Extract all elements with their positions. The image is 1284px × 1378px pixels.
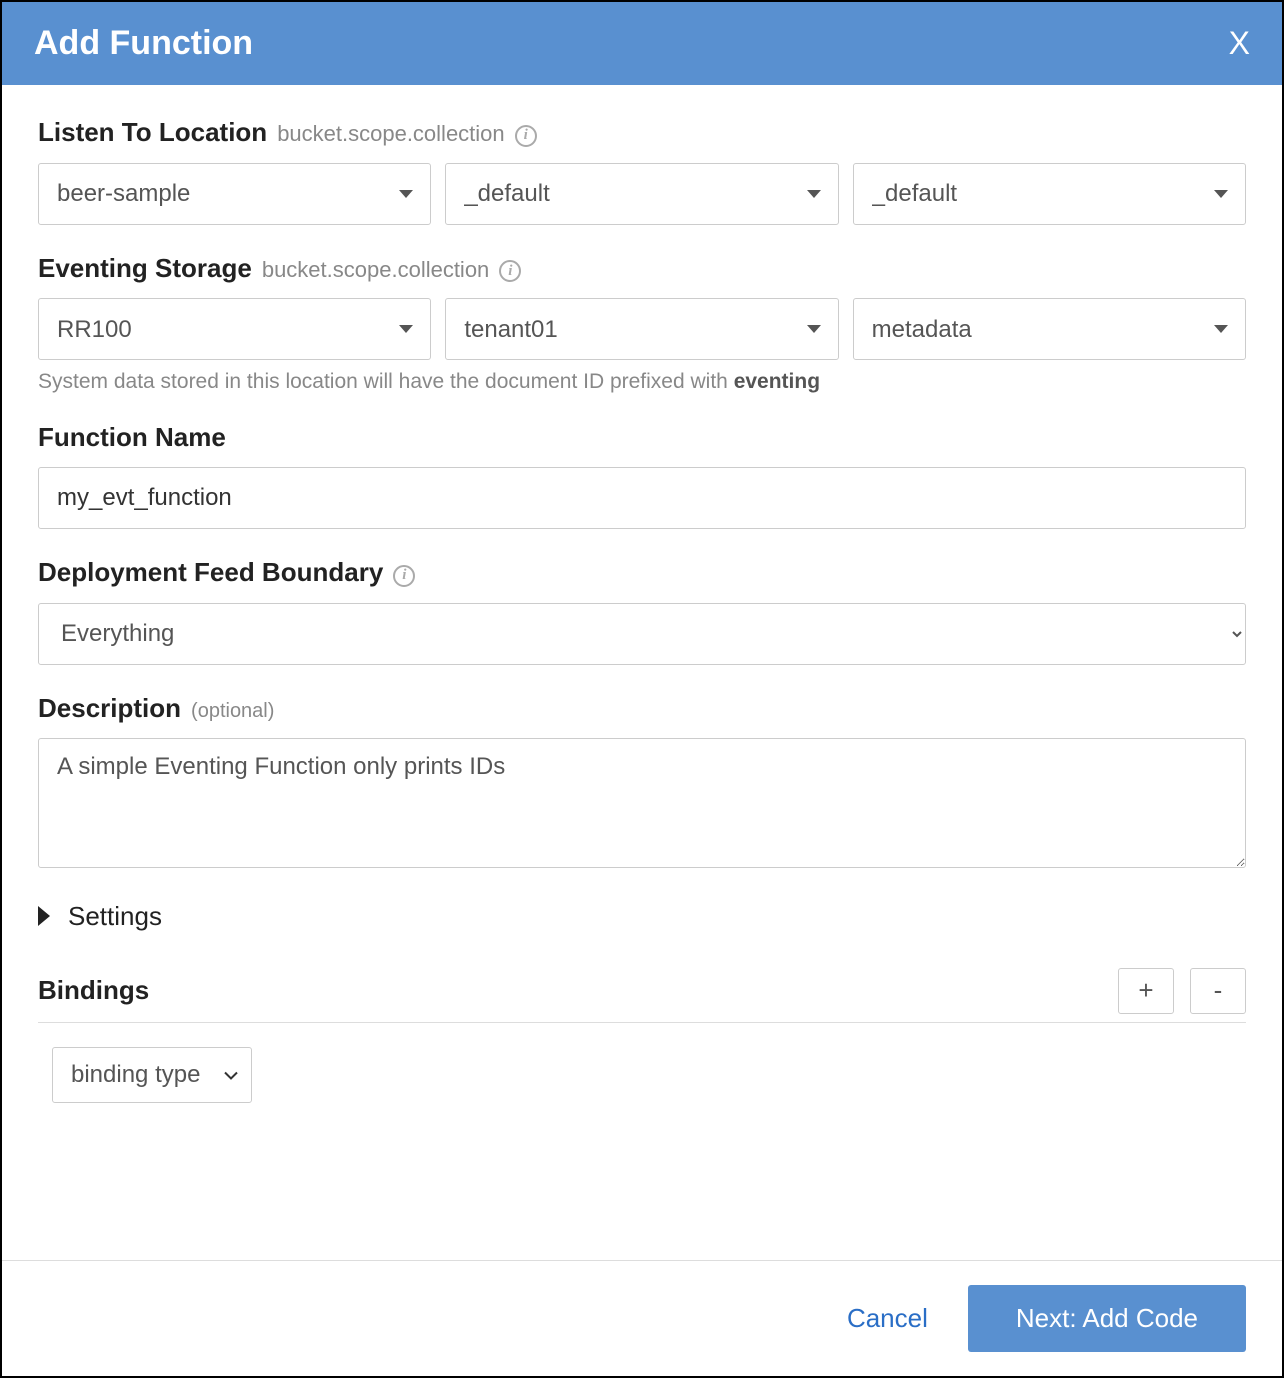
storage-bucket-select[interactable]: RR100 (38, 298, 431, 360)
listen-label: Listen To Location (38, 117, 267, 148)
remove-binding-button[interactable]: - (1190, 968, 1246, 1014)
description-label: Description (38, 693, 181, 724)
listen-collection-select[interactable]: _default (853, 163, 1246, 225)
storage-bucket-wrap: RR100 (38, 298, 431, 360)
storage-scope-wrap: tenant01 (445, 298, 838, 360)
description-label-row: Description (optional) (38, 693, 1246, 724)
listen-label-row: Listen To Location bucket.scope.collecti… (38, 117, 1246, 149)
storage-sublabel: bucket.scope.collection (262, 257, 489, 283)
storage-collection-wrap: metadata (853, 298, 1246, 360)
triangle-right-icon (38, 906, 50, 926)
listen-select-row: beer-sample _default _default (38, 163, 1246, 225)
add-binding-button[interactable]: + (1118, 968, 1174, 1014)
boundary-section: Deployment Feed Boundary i Everything (38, 557, 1246, 665)
modal-header: Add Function X (2, 2, 1282, 85)
settings-label: Settings (68, 901, 162, 932)
binding-type-select[interactable]: binding type (52, 1047, 252, 1103)
storage-scope-select[interactable]: tenant01 (445, 298, 838, 360)
binding-type-wrap: binding type (52, 1047, 252, 1103)
storage-section: Eventing Storage bucket.scope.collection… (38, 253, 1246, 395)
function-name-label: Function Name (38, 422, 226, 453)
storage-hint-bold: eventing (734, 370, 820, 393)
modal-body: Listen To Location bucket.scope.collecti… (2, 85, 1282, 1260)
boundary-label: Deployment Feed Boundary (38, 557, 383, 588)
listen-bucket-select[interactable]: beer-sample (38, 163, 431, 225)
info-icon[interactable]: i (393, 565, 415, 587)
bindings-header: Bindings + - (38, 968, 1246, 1023)
next-add-code-button[interactable]: Next: Add Code (968, 1285, 1246, 1352)
close-button[interactable]: X (1229, 25, 1250, 62)
boundary-label-row: Deployment Feed Boundary i (38, 557, 1246, 589)
listen-section: Listen To Location bucket.scope.collecti… (38, 117, 1246, 225)
description-optional: (optional) (191, 700, 274, 723)
storage-label: Eventing Storage (38, 253, 252, 284)
boundary-select[interactable]: Everything (38, 603, 1246, 665)
storage-hint-prefix: System data stored in this location will… (38, 370, 734, 393)
settings-toggle[interactable]: Settings (38, 901, 1246, 932)
info-icon[interactable]: i (515, 125, 537, 147)
modal-title: Add Function (34, 24, 253, 63)
listen-sublabel: bucket.scope.collection (277, 121, 504, 147)
description-textarea[interactable] (38, 738, 1246, 868)
storage-hint: System data stored in this location will… (38, 370, 1246, 394)
info-icon[interactable]: i (499, 260, 521, 282)
storage-collection-select[interactable]: metadata (853, 298, 1246, 360)
listen-scope-select[interactable]: _default (445, 163, 838, 225)
bindings-section: Bindings + - binding type (38, 968, 1246, 1103)
listen-bucket-wrap: beer-sample (38, 163, 431, 225)
storage-label-row: Eventing Storage bucket.scope.collection… (38, 253, 1246, 285)
bindings-buttons: + - (1118, 968, 1246, 1014)
function-name-section: Function Name (38, 422, 1246, 529)
description-section: Description (optional) (38, 693, 1246, 873)
cancel-button[interactable]: Cancel (847, 1303, 928, 1334)
modal-footer: Cancel Next: Add Code (2, 1260, 1282, 1376)
storage-select-row: RR100 tenant01 metadata (38, 298, 1246, 360)
function-name-input[interactable] (38, 467, 1246, 529)
function-name-label-row: Function Name (38, 422, 1246, 453)
bindings-label: Bindings (38, 975, 149, 1006)
listen-scope-wrap: _default (445, 163, 838, 225)
listen-collection-wrap: _default (853, 163, 1246, 225)
